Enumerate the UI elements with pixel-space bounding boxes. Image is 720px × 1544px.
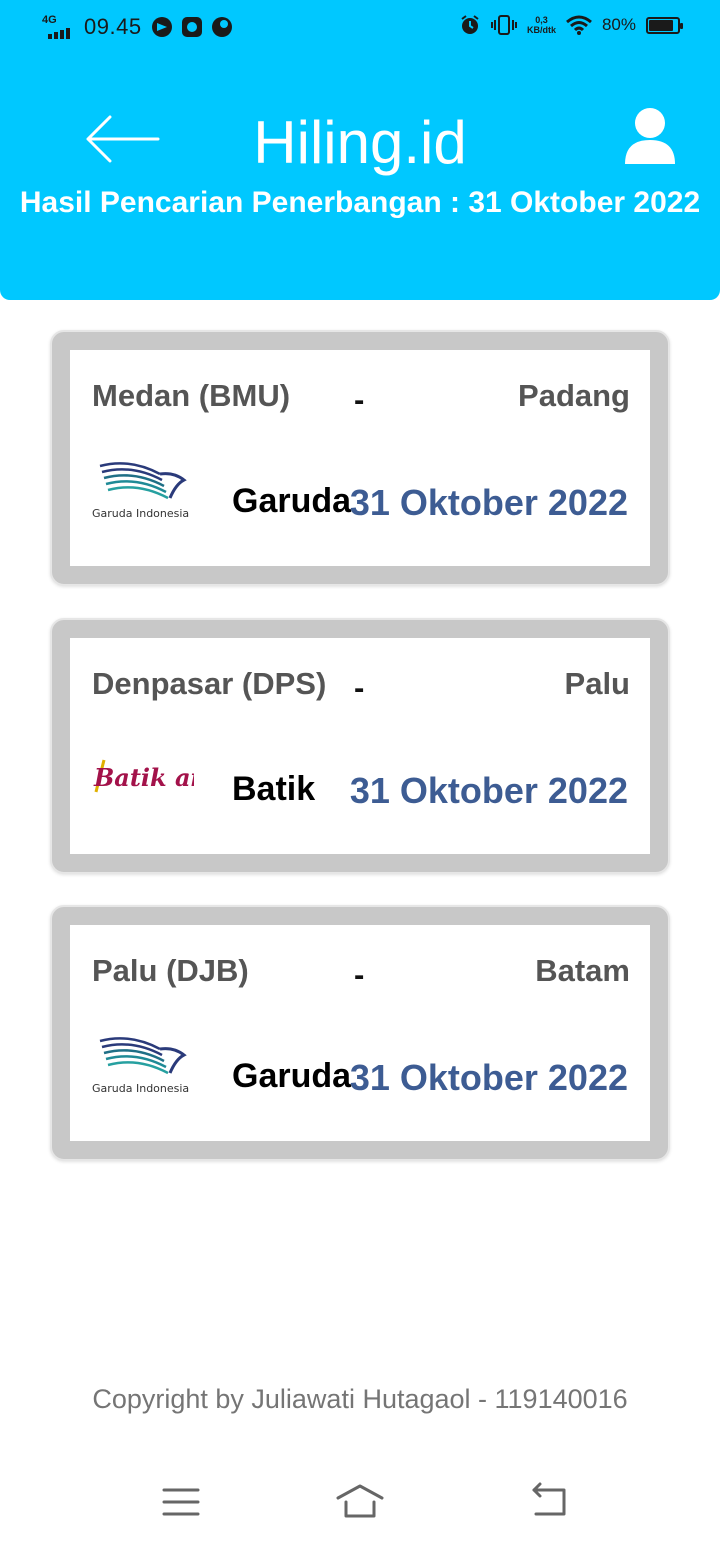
route-separator: -	[354, 957, 365, 992]
status-time: 09.45	[84, 14, 142, 39]
speed-value: 0,3	[535, 15, 548, 25]
flight-card-body: Palu (DJB) - Batam Garuda Indonesia Garu…	[70, 925, 650, 1141]
origin-city: Palu (DJB)	[92, 953, 249, 988]
copyright-text: Copyright by Juliawati Hutagaol - 119140…	[92, 1384, 628, 1414]
airline-name: Garuda	[232, 482, 352, 520]
origin-city: Denpasar (DPS)	[92, 666, 327, 701]
flight-date: 31 Oktober 2022	[349, 770, 628, 811]
flight-card[interactable]: Palu (DJB) - Batam Garuda Indonesia Garu…	[50, 905, 670, 1161]
flight-date: 31 Oktober 2022	[349, 482, 628, 523]
vibrate-icon	[490, 15, 517, 35]
origin-city: Medan (BMU)	[92, 378, 291, 413]
network-type: 4G	[42, 14, 57, 26]
flight-card[interactable]: Denpasar (DPS) - Palu Batik air Batik 31…	[50, 618, 670, 874]
svg-text:Batik air: Batik air	[93, 763, 194, 792]
battery-icon	[646, 16, 683, 34]
flight-card-body: Denpasar (DPS) - Palu Batik air Batik 31…	[70, 638, 650, 854]
battery-percent: 80%	[601, 15, 636, 34]
network-speed: 0,3 KB/dtk	[527, 15, 556, 35]
route-separator: -	[354, 670, 365, 705]
flight-card-body: Medan (BMU) - Padang Garuda Indonesia Ga…	[70, 350, 650, 566]
profile-button[interactable]	[622, 106, 678, 168]
route-separator: -	[354, 382, 365, 417]
destination-city: Batam	[535, 953, 630, 988]
wifi-icon	[566, 15, 592, 35]
telegram-icon	[151, 17, 172, 37]
garuda-indonesia-logo: Garuda Indonesia	[90, 458, 194, 522]
return-button[interactable]	[524, 1480, 574, 1524]
svg-text:Garuda Indonesia: Garuda Indonesia	[92, 507, 189, 520]
status-bar: 4G 09.45 0,3 KB/dtk 80%	[0, 0, 720, 58]
svg-text:Garuda Indonesia: Garuda Indonesia	[92, 1082, 189, 1095]
flight-card[interactable]: Medan (BMU) - Padang Garuda Indonesia Ga…	[50, 330, 670, 586]
alarm-icon	[461, 15, 479, 34]
menu-icon	[162, 1488, 200, 1516]
back-icon	[532, 1482, 566, 1516]
app-title: Hiling.id	[253, 109, 467, 176]
destination-city: Palu	[564, 666, 630, 701]
home-button[interactable]	[334, 1480, 384, 1524]
batik-air-logo: Batik air	[90, 746, 215, 810]
search-result-subtitle: Hasil Pencarian Penerbangan : 31 Oktober…	[19, 186, 701, 219]
speed-unit: KB/dtk	[526, 25, 556, 35]
app-icon	[211, 17, 232, 37]
menu-button[interactable]	[156, 1480, 206, 1524]
garuda-indonesia-logo: Garuda Indonesia	[90, 1033, 194, 1097]
flight-date: 31 Oktober 2022	[349, 1057, 628, 1098]
signal-icon: 4G	[42, 14, 74, 40]
destination-city: Padang	[518, 378, 630, 413]
home-icon	[336, 1484, 384, 1518]
airline-name: Batik	[232, 770, 316, 808]
app-header: 4G 09.45 0,3 KB/dtk 80% Hiling.id Hasil …	[0, 0, 720, 300]
user-icon	[625, 108, 675, 164]
airline-name: Garuda	[232, 1057, 352, 1095]
instagram-icon	[181, 17, 202, 37]
